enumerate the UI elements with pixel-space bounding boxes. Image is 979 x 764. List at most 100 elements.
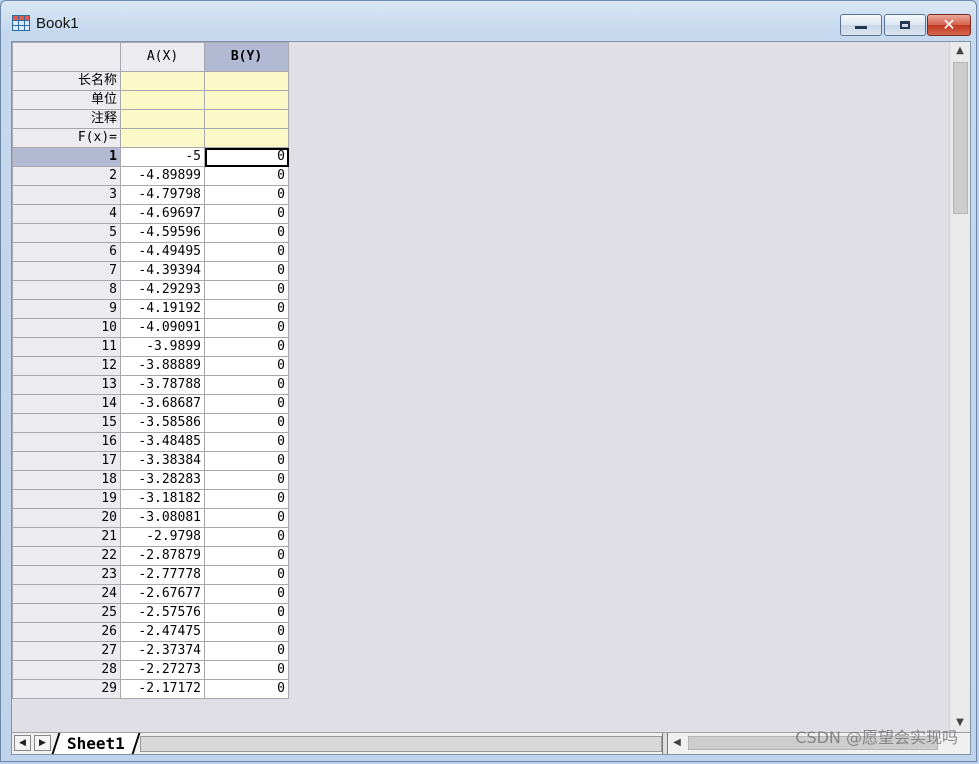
- cell-a[interactable]: -2.27273: [120, 660, 205, 680]
- select-all-corner[interactable]: [12, 42, 121, 72]
- row-header[interactable]: 15: [12, 413, 121, 433]
- cell-a[interactable]: -3.68687: [120, 394, 205, 414]
- maximize-button[interactable]: [884, 14, 926, 36]
- cell-a[interactable]: -4.89899: [120, 166, 205, 186]
- cell-a[interactable]: -3.38384: [120, 451, 205, 471]
- cell-a[interactable]: -2.37374: [120, 641, 205, 661]
- row-header[interactable]: 19: [12, 489, 121, 509]
- cell-a[interactable]: -2.77778: [120, 565, 205, 585]
- scroll-up-icon[interactable]: ▲: [950, 42, 970, 60]
- row-header[interactable]: 1: [12, 147, 121, 167]
- row-header[interactable]: 6: [12, 242, 121, 262]
- meta-cell-a-comments[interactable]: [120, 109, 205, 129]
- cell-a[interactable]: -3.78788: [120, 375, 205, 395]
- row-header[interactable]: 22: [12, 546, 121, 566]
- meta-cell-b-comments[interactable]: [204, 109, 289, 129]
- column-header-b[interactable]: B(Y): [204, 42, 289, 72]
- sheet-next-button[interactable]: ▶: [34, 735, 51, 751]
- column-header-a[interactable]: A(X): [120, 42, 205, 72]
- row-header[interactable]: 28: [12, 660, 121, 680]
- scroll-left-icon[interactable]: ◀: [668, 735, 686, 751]
- cell-b[interactable]: 0: [204, 546, 289, 566]
- row-header[interactable]: 21: [12, 527, 121, 547]
- row-header[interactable]: 17: [12, 451, 121, 471]
- tab-strip-scroll[interactable]: [140, 736, 662, 752]
- cell-b[interactable]: 0: [204, 679, 289, 699]
- row-header[interactable]: 24: [12, 584, 121, 604]
- minimize-button[interactable]: [840, 14, 882, 36]
- cell-b[interactable]: 0: [204, 242, 289, 262]
- cell-a[interactable]: -3.18182: [120, 489, 205, 509]
- cell-b[interactable]: 0: [204, 622, 289, 642]
- vertical-scrollbar[interactable]: ▲ ▼: [949, 42, 970, 732]
- row-header[interactable]: 26: [12, 622, 121, 642]
- cell-b[interactable]: 0: [204, 508, 289, 528]
- cell-b[interactable]: 0: [204, 166, 289, 186]
- cell-a[interactable]: -4.59596: [120, 223, 205, 243]
- cell-b[interactable]: 0: [204, 223, 289, 243]
- cell-a[interactable]: -3.88889: [120, 356, 205, 376]
- row-header[interactable]: 7: [12, 261, 121, 281]
- meta-cell-a-formula[interactable]: [120, 128, 205, 148]
- cell-a[interactable]: -4.19192: [120, 299, 205, 319]
- row-header[interactable]: 10: [12, 318, 121, 338]
- meta-cell-b-units[interactable]: [204, 90, 289, 110]
- meta-label-formula[interactable]: F(x)=: [12, 128, 121, 148]
- cell-b[interactable]: 0: [204, 337, 289, 357]
- sheet-tab-sheet1[interactable]: Sheet1: [51, 733, 141, 754]
- row-header[interactable]: 20: [12, 508, 121, 528]
- cell-b[interactable]: 0: [204, 280, 289, 300]
- row-header[interactable]: 11: [12, 337, 121, 357]
- cell-b[interactable]: 0: [204, 394, 289, 414]
- cell-b[interactable]: 0: [204, 584, 289, 604]
- cell-a[interactable]: -3.28283: [120, 470, 205, 490]
- row-header[interactable]: 23: [12, 565, 121, 585]
- cell-a[interactable]: -4.29293: [120, 280, 205, 300]
- cell-b[interactable]: 0: [204, 565, 289, 585]
- cell-a[interactable]: -2.17172: [120, 679, 205, 699]
- cell-a[interactable]: -3.08081: [120, 508, 205, 528]
- row-header[interactable]: 14: [12, 394, 121, 414]
- row-header[interactable]: 9: [12, 299, 121, 319]
- row-header[interactable]: 5: [12, 223, 121, 243]
- cell-b[interactable]: 0: [204, 603, 289, 623]
- cell-b[interactable]: 0: [204, 660, 289, 680]
- row-header[interactable]: 2: [12, 166, 121, 186]
- title-bar[interactable]: Book1 ✕: [1, 1, 976, 41]
- cell-b[interactable]: 0: [204, 299, 289, 319]
- meta-label-units[interactable]: 单位: [12, 90, 121, 110]
- cell-b[interactable]: 0: [204, 261, 289, 281]
- cell-b[interactable]: 0: [204, 185, 289, 205]
- cell-b[interactable]: 0: [204, 375, 289, 395]
- cell-a[interactable]: -4.09091: [120, 318, 205, 338]
- row-header[interactable]: 18: [12, 470, 121, 490]
- row-header[interactable]: 3: [12, 185, 121, 205]
- cell-b[interactable]: 0: [204, 204, 289, 224]
- row-header[interactable]: 25: [12, 603, 121, 623]
- meta-cell-b-long-name[interactable]: [204, 71, 289, 91]
- cell-a[interactable]: -2.47475: [120, 622, 205, 642]
- meta-label-long-name[interactable]: 长名称: [12, 71, 121, 91]
- cell-b[interactable]: 0: [204, 489, 289, 509]
- row-header[interactable]: 13: [12, 375, 121, 395]
- cell-a[interactable]: -5: [120, 147, 205, 167]
- row-header[interactable]: 27: [12, 641, 121, 661]
- vertical-scroll-thumb[interactable]: [953, 62, 968, 214]
- cell-a[interactable]: -2.9798: [120, 527, 205, 547]
- row-header[interactable]: 4: [12, 204, 121, 224]
- cell-b[interactable]: 0: [204, 413, 289, 433]
- cell-b[interactable]: 0: [204, 451, 289, 471]
- meta-cell-b-formula[interactable]: [204, 128, 289, 148]
- row-header[interactable]: 12: [12, 356, 121, 376]
- meta-cell-a-long-name[interactable]: [120, 71, 205, 91]
- cell-a[interactable]: -4.79798: [120, 185, 205, 205]
- cell-b[interactable]: 0: [204, 470, 289, 490]
- row-header[interactable]: 8: [12, 280, 121, 300]
- cell-a[interactable]: -3.9899: [120, 337, 205, 357]
- active-cell-b[interactable]: 0: [204, 147, 289, 167]
- cell-b[interactable]: 0: [204, 318, 289, 338]
- row-header[interactable]: 16: [12, 432, 121, 452]
- cell-b[interactable]: 0: [204, 527, 289, 547]
- cell-a[interactable]: -2.87879: [120, 546, 205, 566]
- cell-a[interactable]: -3.58586: [120, 413, 205, 433]
